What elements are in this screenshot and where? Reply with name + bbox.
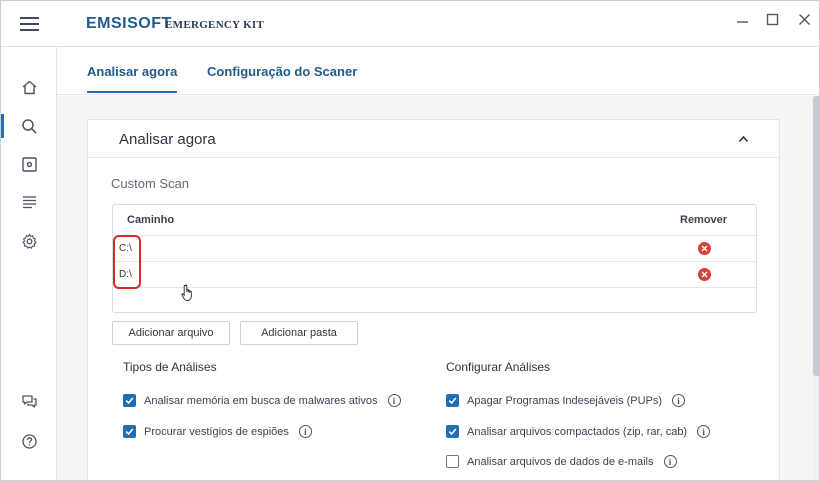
info-icon[interactable]: i [387, 394, 401, 407]
minimize-button[interactable] [727, 9, 757, 29]
scrollbar-thumb[interactable] [813, 96, 819, 376]
checkmark-icon [125, 428, 134, 436]
option-memory-scan[interactable]: Analisar memória em busca de malwares at… [123, 394, 401, 407]
option-label: Analisar memória em busca de malwares at… [144, 394, 378, 407]
hand-cursor-icon [181, 284, 192, 301]
sidebar-item-logs[interactable] [1, 184, 57, 220]
option-label: Procurar vestígios de espiões [144, 425, 289, 438]
info-icon[interactable]: i [697, 425, 711, 438]
menu-icon[interactable] [1, 1, 57, 47]
sidebar-item-scan[interactable] [1, 108, 57, 144]
option-label: Apagar Programas Indesejáveis (PUPs) [467, 394, 663, 407]
chevron-up-icon [738, 135, 748, 143]
logs-icon [22, 195, 36, 208]
option-scan-email-data[interactable]: Analisar arquivos de dados de e-mails i [446, 455, 677, 468]
panel-title: Analisar agora [119, 131, 216, 148]
sidebar-item-help[interactable] [1, 423, 57, 459]
table-row[interactable]: C:\ [113, 235, 756, 261]
sidebar-item-quarantine[interactable] [1, 146, 57, 182]
tab-scanner-settings[interactable]: Configuração do Scaner [207, 64, 357, 79]
sidebar [1, 47, 57, 480]
collapse-button[interactable] [733, 129, 753, 149]
home-icon [22, 80, 36, 94]
path-table: Caminho Remover C:\ D:\ [112, 204, 757, 313]
settings-icon [21, 233, 37, 249]
option-label: Analisar arquivos de dados de e-mails [467, 455, 654, 468]
maximize-icon [766, 13, 778, 25]
sidebar-item-settings[interactable] [1, 223, 57, 259]
remove-icon [701, 271, 708, 278]
scrollbar[interactable] [813, 96, 819, 480]
column-header-remove: Remover [680, 214, 728, 226]
highlight-annotation [113, 235, 141, 289]
column-header-path: Caminho [127, 214, 175, 226]
quarantine-icon [21, 156, 37, 172]
search-icon [21, 118, 37, 134]
tab-scan-now[interactable]: Analisar agora [87, 64, 178, 93]
add-file-button[interactable]: Adicionar arquivo [112, 321, 230, 345]
tab-bar: Analisar agora Configuração do Scaner [57, 47, 819, 95]
remove-icon [701, 245, 708, 252]
checkbox[interactable] [446, 394, 459, 407]
scan-config-title: Configurar Análises [446, 360, 551, 374]
table-row[interactable]: D:\ [113, 261, 756, 287]
panel-header[interactable]: Analisar agora [88, 120, 779, 158]
brand-subtitle: EMERGENCY KIT [165, 19, 265, 31]
close-button[interactable] [789, 9, 819, 29]
option-delete-pups[interactable]: Apagar Programas Indesejáveis (PUPs) i [446, 394, 686, 407]
checkbox[interactable] [446, 455, 459, 468]
brand-logo: EMSISOFT [86, 15, 172, 32]
remove-button[interactable] [698, 242, 711, 255]
checkbox[interactable] [446, 425, 459, 438]
table-row-empty [113, 287, 756, 313]
scan-types-title: Tipos de Análises [123, 360, 217, 374]
help-icon [21, 433, 37, 449]
checkmark-icon [125, 397, 134, 405]
close-icon [798, 13, 810, 25]
option-scan-archives[interactable]: Analisar arquivos compactados (zip, rar,… [446, 425, 711, 438]
maximize-button[interactable] [757, 9, 787, 29]
checkmark-icon [448, 428, 457, 436]
title-bar: EMSISOFT EMERGENCY KIT [1, 1, 819, 47]
option-label: Analisar arquivos compactados (zip, rar,… [467, 425, 688, 438]
info-icon[interactable]: i [672, 394, 686, 407]
custom-scan-label: Custom Scan [111, 176, 190, 191]
checkbox[interactable] [123, 425, 136, 438]
option-spy-traces[interactable]: Procurar vestígios de espiões i [123, 425, 312, 438]
minimize-icon [736, 20, 748, 23]
info-icon[interactable]: i [663, 455, 677, 468]
app-window: EMSISOFT EMERGENCY KIT Analisar agora Co… [0, 0, 820, 481]
sidebar-item-home[interactable] [1, 69, 57, 105]
sidebar-item-feedback[interactable] [1, 383, 57, 419]
feedback-icon [21, 394, 37, 408]
checkmark-icon [448, 397, 457, 405]
checkbox[interactable] [123, 394, 136, 407]
add-folder-button[interactable]: Adicionar pasta [240, 321, 358, 345]
info-icon[interactable]: i [298, 425, 312, 438]
remove-button[interactable] [698, 268, 711, 281]
